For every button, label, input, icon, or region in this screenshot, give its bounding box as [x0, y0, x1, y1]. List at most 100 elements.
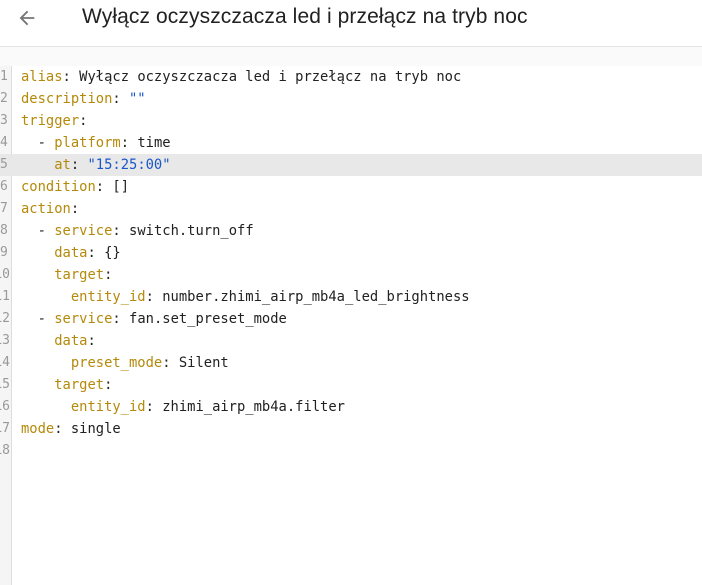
arrow-left-icon: [19, 10, 35, 26]
yaml-key: condition: [21, 179, 96, 195]
line-number: 11: [0, 286, 10, 308]
yaml-key: data: [54, 245, 88, 261]
yaml-value: "": [129, 91, 146, 107]
code-text: entity_id: number.zhimi_airp_mb4a_led_br…: [21, 286, 470, 308]
yaml-separator: :: [112, 223, 130, 239]
yaml-key: service: [54, 223, 113, 239]
line-number: 3: [0, 110, 10, 132]
line-number: 9: [0, 242, 10, 264]
line-number: 10: [0, 264, 10, 286]
yaml-key: entity_id: [70, 289, 146, 305]
code-line[interactable]: 6 condition: []: [0, 176, 702, 198]
code-lines: 1 alias: Wyłącz oczyszczacza led i przełą…: [0, 66, 702, 462]
code-text: - service: fan.set_preset_mode: [21, 308, 287, 330]
page-title: Wyłącz oczyszczacza led i przełącz na tr…: [82, 5, 528, 28]
code-line[interactable]: 9 data: {}: [0, 242, 702, 264]
yaml-value: fan.set_preset_mode: [129, 311, 287, 327]
code-line[interactable]: 10 target:: [0, 264, 702, 286]
list-dash: -: [37, 311, 55, 327]
code-line[interactable]: 1 alias: Wyłącz oczyszczacza led i przełą…: [0, 66, 702, 88]
code-line[interactable]: 15 target:: [0, 374, 702, 396]
code-text: data: {}: [21, 242, 121, 264]
yaml-separator: :: [95, 179, 113, 195]
list-dash: -: [37, 223, 55, 239]
yaml-value: switch.turn_off: [129, 223, 254, 239]
code-text: data:: [21, 330, 96, 352]
yaml-separator: :: [120, 135, 138, 151]
code-text: action:: [21, 198, 79, 220]
back-button[interactable]: [13, 4, 41, 32]
yaml-code-editor[interactable]: 1 alias: Wyłącz oczyszczacza led i przełą…: [0, 66, 702, 585]
code-line[interactable]: 18: [0, 440, 702, 462]
yaml-key: target: [54, 267, 105, 283]
line-number: 14: [0, 352, 10, 374]
line-number: 2: [0, 88, 10, 110]
code-line[interactable]: 7 action:: [0, 198, 702, 220]
yaml-separator: :: [62, 69, 80, 85]
code-line[interactable]: 14 preset_mode: Silent: [0, 352, 702, 374]
code-line[interactable]: 12 - service: fan.set_preset_mode: [0, 308, 702, 330]
yaml-separator: :: [70, 201, 80, 217]
yaml-key: alias: [21, 69, 63, 85]
line-number: 8: [0, 220, 10, 242]
code-line[interactable]: 13 data:: [0, 330, 702, 352]
yaml-key: mode: [21, 421, 55, 437]
line-number: 1: [0, 66, 10, 88]
yaml-value: zhimi_airp_mb4a.filter: [162, 399, 345, 415]
yaml-value: time: [137, 135, 171, 151]
code-text: trigger:: [21, 110, 87, 132]
line-number: 17: [0, 418, 10, 440]
code-line[interactable]: 8 - service: switch.turn_off: [0, 220, 702, 242]
line-number: 16: [0, 396, 10, 418]
top-app-bar: Wyłącz oczyszczacza led i przełącz na tr…: [0, 0, 702, 47]
code-text: alias: Wyłącz oczyszczacza led i przełąc…: [21, 66, 461, 88]
line-number: 15: [0, 374, 10, 396]
yaml-separator: :: [112, 91, 129, 107]
yaml-value: []: [112, 179, 130, 195]
yaml-separator: :: [104, 377, 113, 393]
code-line[interactable]: 5 at: "15:25:00": [0, 154, 702, 176]
line-number: 7: [0, 198, 10, 220]
yaml-key: platform: [54, 135, 121, 151]
yaml-value: {}: [104, 245, 121, 261]
line-number: 12: [0, 308, 10, 330]
yaml-key: service: [54, 311, 113, 327]
code-text: target:: [21, 264, 112, 286]
code-line[interactable]: 16 entity_id: zhimi_airp_mb4a.filter: [0, 396, 702, 418]
yaml-separator: :: [104, 267, 113, 283]
yaml-key: at: [54, 157, 71, 173]
code-text: mode: single: [21, 418, 121, 440]
code-line[interactable]: 17 mode: single: [0, 418, 702, 440]
code-line[interactable]: 4 - platform: time: [0, 132, 702, 154]
yaml-value: "15:25:00": [87, 157, 171, 173]
yaml-value: Wyłącz oczyszczacza led i przełącz na tr…: [79, 69, 462, 85]
yaml-separator: :: [79, 113, 88, 129]
code-text: condition: []: [21, 176, 129, 198]
list-dash: -: [37, 135, 55, 151]
yaml-key: description: [21, 91, 113, 107]
yaml-separator: :: [112, 311, 130, 327]
yaml-separator: :: [145, 399, 163, 415]
code-line[interactable]: 11 entity_id: number.zhimi_airp_mb4a_led…: [0, 286, 702, 308]
line-number: 13: [0, 330, 10, 352]
yaml-separator: :: [145, 289, 163, 305]
code-line[interactable]: 3 trigger:: [0, 110, 702, 132]
yaml-separator: :: [70, 157, 88, 173]
code-text: at: "15:25:00": [21, 154, 171, 176]
code-line[interactable]: 2 description: "": [0, 88, 702, 110]
code-text: - service: switch.turn_off: [21, 220, 254, 242]
line-number: 6: [0, 176, 10, 198]
code-text: preset_mode: Silent: [21, 352, 229, 374]
yaml-key: action: [21, 201, 71, 217]
code-text: - platform: time: [21, 132, 171, 154]
